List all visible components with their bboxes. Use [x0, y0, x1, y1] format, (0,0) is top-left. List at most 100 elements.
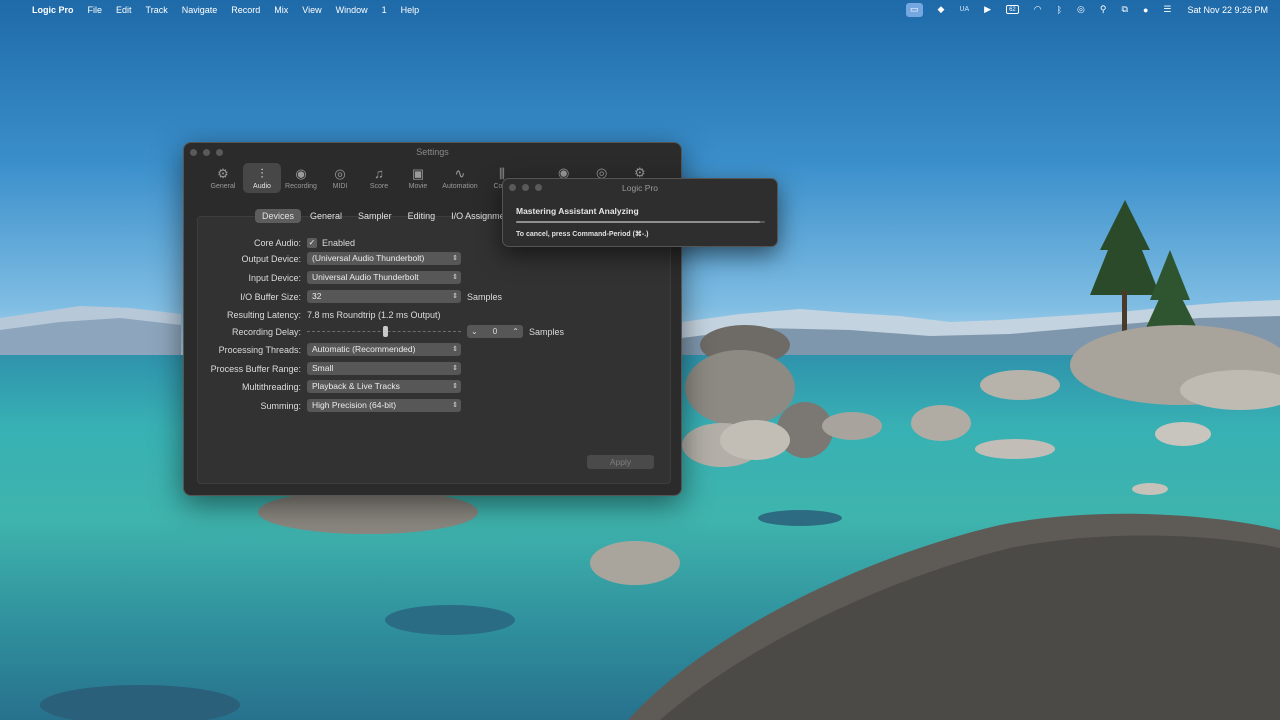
progress-dialog: Logic Pro Mastering Assistant Analyzing …: [502, 178, 778, 247]
row-summing: Summing: High Precision (64-bit) ⇕: [184, 399, 683, 412]
ua-icon[interactable]: UA: [959, 0, 969, 19]
summing-control: High Precision (64-bit) ⇕: [307, 399, 461, 412]
core-audio-checkbox[interactable]: ✓: [307, 237, 317, 248]
tool-midi[interactable]: ◎ MIDI: [321, 163, 359, 193]
chevron-up-icon[interactable]: ⌃: [512, 327, 519, 336]
row-multithreading: Multithreading: Playback & Live Tracks ⇕: [184, 380, 683, 393]
play-icon[interactable]: ▶: [984, 0, 991, 19]
settings-toolbar: ⚙ General ⫶ Audio ◉ Recording ◎ MIDI ♫ S…: [204, 163, 522, 193]
spotlight-icon[interactable]: ⚲: [1100, 0, 1107, 19]
summing-popup[interactable]: High Precision (64-bit) ⇕: [307, 399, 461, 412]
output-device-popup[interactable]: (Universal Audio Thunderbolt) ⇕: [307, 252, 461, 265]
latency-label: Resulting Latency:: [226, 309, 301, 320]
progress-fill: [516, 221, 761, 223]
status-area: ▭ ◆ UA ▶ 62 ◠ ᛒ ◎ ⚲ ⧉ ● ☰ Sat Nov 22 9:2…: [891, 0, 1268, 19]
menu-window[interactable]: Window: [336, 5, 368, 15]
recording-delay-control: ⌄ 0 ⌃ Samples: [307, 325, 564, 338]
tool-label: Recording: [285, 182, 317, 190]
input-device-control: Universal Audio Thunderbolt ⇕: [307, 271, 461, 284]
menu-app-name[interactable]: Logic Pro: [32, 5, 74, 15]
recording-delay-stepper[interactable]: ⌄ 0 ⌃: [467, 325, 523, 338]
tab-editing[interactable]: Editing: [401, 209, 443, 223]
buffer-range-popup[interactable]: Small ⇕: [307, 362, 461, 375]
chevron-down-icon[interactable]: ⌄: [471, 327, 478, 336]
buffer-size-value: 32: [312, 291, 322, 301]
window-title: Settings: [416, 147, 449, 157]
battery-icon[interactable]: 62: [1006, 5, 1019, 14]
processing-threads-control: Automatic (Recommended) ⇕: [307, 343, 461, 356]
tab-devices[interactable]: Devices: [255, 209, 302, 223]
processing-threads-popup[interactable]: Automatic (Recommended) ⇕: [307, 343, 461, 356]
core-audio-control: ✓ Enabled: [307, 237, 356, 248]
tool-label: Automation: [442, 182, 478, 190]
input-device-label: Input Device:: [248, 272, 301, 283]
menu-edit[interactable]: Edit: [116, 5, 132, 15]
tool-label: Movie: [408, 182, 428, 190]
menu-navigate[interactable]: Navigate: [182, 5, 218, 15]
chevron-updown-icon: ⇕: [452, 274, 458, 281]
waveform-icon: ⫶: [260, 165, 264, 181]
recording-delay-value: 0: [492, 327, 498, 336]
menu-view[interactable]: View: [302, 5, 321, 15]
processing-threads-value: Automatic (Recommended): [312, 344, 416, 354]
menu-file[interactable]: File: [88, 5, 103, 15]
output-device-control: (Universal Audio Thunderbolt) ⇕: [307, 252, 461, 265]
airdrop-icon[interactable]: ◎: [1077, 0, 1085, 19]
row-latency: Resulting Latency: 7.8 ms Roundtrip (1.2…: [184, 308, 683, 321]
progress-bar: [516, 221, 765, 223]
buffer-range-label: Process Buffer Range:: [210, 363, 301, 374]
input-device-popup[interactable]: Universal Audio Thunderbolt ⇕: [307, 271, 461, 284]
row-buffer-range: Process Buffer Range: Small ⇕: [184, 362, 683, 375]
menu-1[interactable]: 1: [382, 5, 387, 15]
input-device-value: Universal Audio Thunderbolt: [312, 272, 419, 282]
gear-icon: ⚙: [217, 165, 229, 181]
audio-tabs: Devices General Sampler Editing I/O Assi…: [255, 209, 519, 223]
tool-general[interactable]: ⚙ General: [204, 163, 242, 193]
summing-value: High Precision (64-bit): [312, 400, 397, 410]
tool-score[interactable]: ♫ Score: [360, 163, 398, 193]
control-center-icon[interactable]: ☰: [1163, 0, 1171, 19]
row-output-device: Output Device: (Universal Audio Thunderb…: [184, 252, 683, 265]
menu-help[interactable]: Help: [401, 5, 420, 15]
menu-mix[interactable]: Mix: [274, 5, 288, 15]
tool-movie[interactable]: ▣ Movie: [399, 163, 437, 193]
core-audio-value: Enabled: [322, 237, 356, 248]
apply-button[interactable]: Apply: [587, 455, 654, 469]
tab-general[interactable]: General: [303, 209, 349, 223]
mirroring-icon[interactable]: ⧉: [1122, 0, 1128, 19]
menu-clock[interactable]: Sat Nov 22 9:26 PM: [1187, 5, 1268, 15]
buffer-size-label: I/O Buffer Size:: [240, 291, 301, 302]
wifi-icon[interactable]: ◠: [1034, 0, 1042, 19]
tool-label: Score: [369, 182, 389, 190]
tool-audio[interactable]: ⫶ Audio: [243, 163, 281, 193]
siri-icon[interactable]: ●: [1143, 0, 1148, 19]
row-recording-delay: Recording Delay: ⌄ 0 ⌃ Samples: [184, 325, 683, 338]
tool-automation[interactable]: ∿ Automation: [438, 163, 482, 193]
chevron-updown-icon: ⇕: [452, 383, 458, 390]
multithreading-control: Playback & Live Tracks ⇕: [307, 380, 461, 393]
chevron-updown-icon: ⇕: [452, 365, 458, 372]
screen-share-icon[interactable]: ▭: [906, 2, 923, 17]
film-icon: ▣: [411, 165, 425, 181]
tab-sampler[interactable]: Sampler: [351, 209, 399, 223]
tool-label: MIDI: [332, 182, 348, 190]
dialog-cancel-hint: To cancel, press Command-Period (⌘-.): [516, 231, 649, 238]
menu-record[interactable]: Record: [231, 5, 260, 15]
bird-icon[interactable]: ◆: [938, 0, 945, 19]
output-device-label: Output Device:: [241, 253, 301, 264]
processing-threads-label: Processing Threads:: [218, 344, 301, 355]
recording-delay-slider[interactable]: [307, 325, 461, 338]
buffer-size-popup[interactable]: 32 ⇕: [307, 290, 461, 303]
row-input-device: Input Device: Universal Audio Thunderbol…: [184, 271, 683, 284]
automation-icon: ∿: [454, 165, 466, 181]
menu-track[interactable]: Track: [146, 5, 168, 15]
recording-delay-unit: Samples: [529, 326, 565, 337]
output-device-value: (Universal Audio Thunderbolt): [312, 253, 425, 263]
bluetooth-icon[interactable]: ᛒ: [1057, 0, 1062, 19]
chevron-updown-icon: ⇕: [452, 293, 458, 300]
latency-value: 7.8 ms Roundtrip (1.2 ms Output): [307, 309, 441, 320]
tool-recording[interactable]: ◉ Recording: [282, 163, 320, 193]
multithreading-popup[interactable]: Playback & Live Tracks ⇕: [307, 380, 461, 393]
slider-thumb[interactable]: [383, 326, 388, 337]
tool-label: Audio: [253, 182, 271, 190]
